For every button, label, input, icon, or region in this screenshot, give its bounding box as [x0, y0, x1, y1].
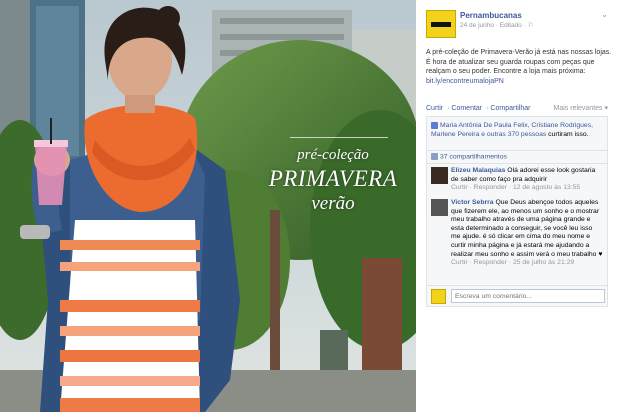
- like-button[interactable]: Curtir: [426, 105, 443, 112]
- other-likers-link[interactable]: e outras 370 pessoas: [481, 131, 546, 138]
- chevron-down-icon[interactable]: ⌄: [601, 10, 608, 19]
- post-timestamp[interactable]: 24 de junho · Editado · ⚐: [460, 21, 533, 30]
- page-name-link[interactable]: Pernambucanas: [460, 11, 522, 20]
- post-header: Pernambucanas 24 de junho · Editado · ⚐ …: [426, 10, 616, 40]
- share-button[interactable]: Compartilhar: [490, 105, 530, 112]
- comment-sort-dropdown[interactable]: Mais relevantes ▾: [554, 104, 608, 113]
- post-photo[interactable]: pré-coleção PRIMAVERA verão: [0, 0, 416, 412]
- current-user-avatar: [431, 289, 446, 304]
- comment-button[interactable]: Comentar: [451, 105, 482, 112]
- share-icon: [431, 153, 438, 160]
- page-avatar[interactable]: [426, 10, 456, 38]
- commenter-name[interactable]: Victor Sebrra: [451, 199, 494, 206]
- commenter-avatar[interactable]: [431, 199, 448, 216]
- feedback-box: Maria Antônia De Paula Felix, Cristiane …: [426, 116, 608, 306]
- shares-row: 37 compartilhamentos: [427, 151, 607, 164]
- comment-input[interactable]: [451, 289, 605, 303]
- write-comment-row: [426, 285, 608, 307]
- commenter-avatar[interactable]: [431, 167, 448, 184]
- caption-divider: [290, 137, 388, 138]
- shares-count-link[interactable]: 37 compartilhamentos: [440, 153, 507, 160]
- comment-text: Que Deus abençoe todos aqueles que fizer…: [451, 199, 603, 258]
- post-text: A pré-coleção de Primavera-Verão já está…: [426, 48, 612, 86]
- commenter-name[interactable]: Elizeu Malaquias: [451, 167, 505, 174]
- caption-line-2: PRIMAVERA: [268, 166, 398, 191]
- comment-actions[interactable]: Curtir · Responder · 25 de julho às 21:2…: [451, 259, 603, 268]
- caption-line-1: pré-coleção: [297, 147, 369, 163]
- facebook-photo-viewer: pré-coleção PRIMAVERA verão Pernambucana…: [0, 0, 620, 412]
- post-body-text: A pré-coleção de Primavera-Verão já está…: [426, 49, 612, 75]
- store-locator-link[interactable]: bit.ly/encontreumalojaPN: [426, 78, 504, 85]
- comment-actions[interactable]: Curtir · Responder · 12 de agosto às 13:…: [451, 184, 603, 193]
- caption-line-3: verão: [311, 193, 355, 214]
- likes-summary: Maria Antônia De Paula Felix, Cristiane …: [427, 117, 607, 151]
- like-thumb-icon: [431, 121, 438, 129]
- likes-suffix: curtiram isso.: [546, 131, 589, 138]
- post-actions: Curtir · Comentar · Compartilhar Mais rele…: [426, 104, 608, 113]
